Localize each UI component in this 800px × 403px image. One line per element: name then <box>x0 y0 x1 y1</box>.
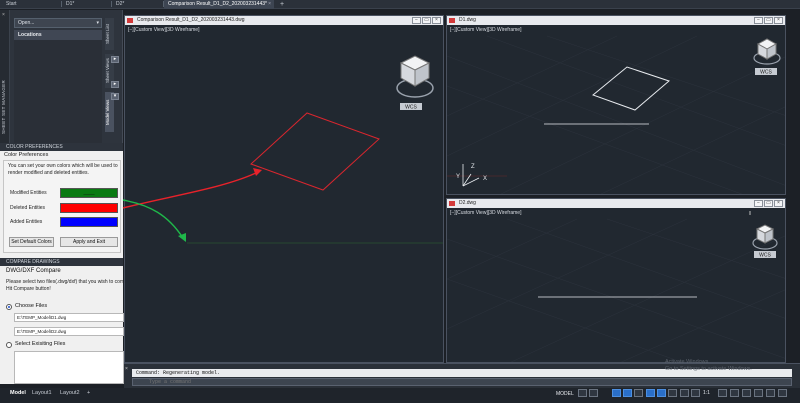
object-snap-icon[interactable] <box>657 389 666 397</box>
d2-drawing-canvas: WCS <box>447 211 785 362</box>
ortho-icon[interactable] <box>612 389 621 397</box>
viewport-comparison-result[interactable]: Comparison Result_D1_D2_202003231443.dwg… <box>124 15 444 363</box>
choose-files-radio[interactable] <box>6 304 12 310</box>
sheet-set-manager-title: SHEET SET MANAGER <box>1 80 6 134</box>
tab-label: D1* <box>66 1 75 7</box>
d1-drawing-canvas: Y X Z WCS <box>447 35 785 194</box>
model-space-toggle[interactable]: MODEL <box>556 391 574 397</box>
polar-icon[interactable] <box>623 389 632 397</box>
wcs-label: WCS <box>760 70 772 76</box>
tab-layout1[interactable]: Layout1 <box>28 389 56 397</box>
description-line: Hit Compare button! <box>6 285 51 292</box>
close-icon[interactable]: × <box>2 12 5 18</box>
color-preferences-header[interactable]: COLOR PREFERENCES <box>0 143 123 151</box>
color-preferences-description: You can set your own colors which will b… <box>8 163 118 176</box>
deleted-color-swatch[interactable] <box>60 203 118 213</box>
x-axis-label: X <box>483 176 487 182</box>
apply-and-exit-button[interactable]: Apply and Exit <box>60 237 118 247</box>
existing-files-label: Select Exisiting Files <box>15 341 66 347</box>
wcs-label: WCS <box>759 253 771 259</box>
activation-watermark: Activate Windows Go to Settings to activ… <box>665 359 752 373</box>
watermark-line: Activate Windows <box>665 359 709 365</box>
snap-icon[interactable] <box>589 389 598 397</box>
compare-drawings-description: Please select two files(.dwg/dxf) that y… <box>6 279 124 292</box>
tab-start[interactable]: Start <box>2 0 62 9</box>
viewport-d2[interactable]: D2.dwg − ▭ × [−][Custom View][3D Wirefra… <box>446 198 786 363</box>
file-tab-bar: Start D1* D2* Comparison Result_D1_D2_20… <box>0 0 800 9</box>
close-icon[interactable]: × <box>125 366 128 372</box>
viewcube-icon <box>753 38 781 65</box>
close-icon[interactable]: × <box>268 1 271 8</box>
tab-d1[interactable]: D1* <box>62 0 112 9</box>
ucs-axis-icon: Y X Z <box>456 164 487 187</box>
sheet-list-toggle-button[interactable]: ▸ <box>111 56 119 63</box>
modified-entities-label: Modified Entities <box>10 190 47 196</box>
chevron-down-icon: ▾ <box>96 20 99 26</box>
open-dropdown[interactable]: Open... ▾ <box>14 18 102 28</box>
deleted-entities-label: Deleted Entities <box>10 205 46 211</box>
sheet-views-toggle-button[interactable]: ▸ <box>111 81 119 88</box>
command-input[interactable] <box>132 378 792 386</box>
tab-model[interactable]: Model <box>6 389 30 397</box>
set-default-colors-button[interactable]: Set Default Colors <box>9 237 54 247</box>
clean-screen-icon[interactable] <box>766 389 775 397</box>
tab-d2[interactable]: D2* <box>112 0 164 9</box>
grid-icon[interactable] <box>578 389 587 397</box>
lineweight-icon[interactable] <box>668 389 677 397</box>
tab-layout2[interactable]: Layout2 <box>56 389 84 397</box>
annotation-visibility-icon[interactable] <box>680 389 689 397</box>
file1-path-field[interactable]: E:\TEMP_Model\D1.dwg <box>14 313 124 322</box>
choose-files-label: Choose Files <box>15 303 48 309</box>
color-preferences-title: Color Preferences <box>4 152 49 158</box>
existing-files-radio[interactable] <box>6 342 12 348</box>
existing-files-list[interactable] <box>14 351 124 384</box>
compare-drawings-title: DWG/DXF Compare <box>6 268 61 274</box>
model-views-toggle-button[interactable]: ▾ <box>111 93 119 100</box>
tab-sheet-list[interactable]: Sheet List <box>105 18 114 50</box>
y-axis-label: Y <box>456 174 460 180</box>
description-line: Please select two files(.dwg/dxf) that y… <box>6 279 124 285</box>
annotation-scale-value[interactable]: 1:1 <box>703 390 710 396</box>
file2-path-field[interactable]: E:\TEMP_Model\D2.dwg <box>14 327 124 336</box>
modified-color-swatch[interactable]: ____ <box>60 188 118 198</box>
isodraft-icon[interactable] <box>634 389 643 397</box>
open-dropdown-label: Open... <box>18 20 35 26</box>
isolate-objects-icon[interactable] <box>742 389 751 397</box>
viewcube-icon <box>396 55 434 98</box>
wcs-label: WCS <box>405 105 417 111</box>
customization-menu-icon[interactable] <box>778 389 787 397</box>
compare-drawings-header[interactable]: COMPARE DRAWINGS <box>0 258 123 266</box>
plus-icon[interactable] <box>730 389 739 397</box>
new-tab-button[interactable]: + <box>276 0 286 9</box>
z-axis-label: Z <box>471 164 475 170</box>
watermark-line: Go to Settings to activate Windows. <box>665 366 752 372</box>
object-snap-tracking-icon[interactable] <box>646 389 655 397</box>
added-entities-label: Added Entities <box>10 219 43 225</box>
tab-label: D2* <box>116 1 125 7</box>
gear-icon[interactable] <box>718 389 727 397</box>
tab-label: Comparison Result_D1_D2_202003231443* <box>168 1 267 7</box>
viewport-d1[interactable]: D1.dwg − ▭ × [−][Custom View][3D Wirefra… <box>446 15 786 195</box>
add-layout-button[interactable]: + <box>83 389 94 397</box>
annotation-scale-icon[interactable] <box>691 389 700 397</box>
locations-list[interactable] <box>14 40 102 146</box>
main-drawing-canvas: WCS <box>187 55 443 244</box>
locations-header: Locations <box>14 30 102 40</box>
added-color-swatch[interactable] <box>60 217 118 227</box>
tab-label: Start <box>6 1 17 7</box>
tab-comparison-result[interactable]: Comparison Result_D1_D2_202003231443* × <box>164 0 274 9</box>
hardware-acceleration-icon[interactable] <box>754 389 763 397</box>
